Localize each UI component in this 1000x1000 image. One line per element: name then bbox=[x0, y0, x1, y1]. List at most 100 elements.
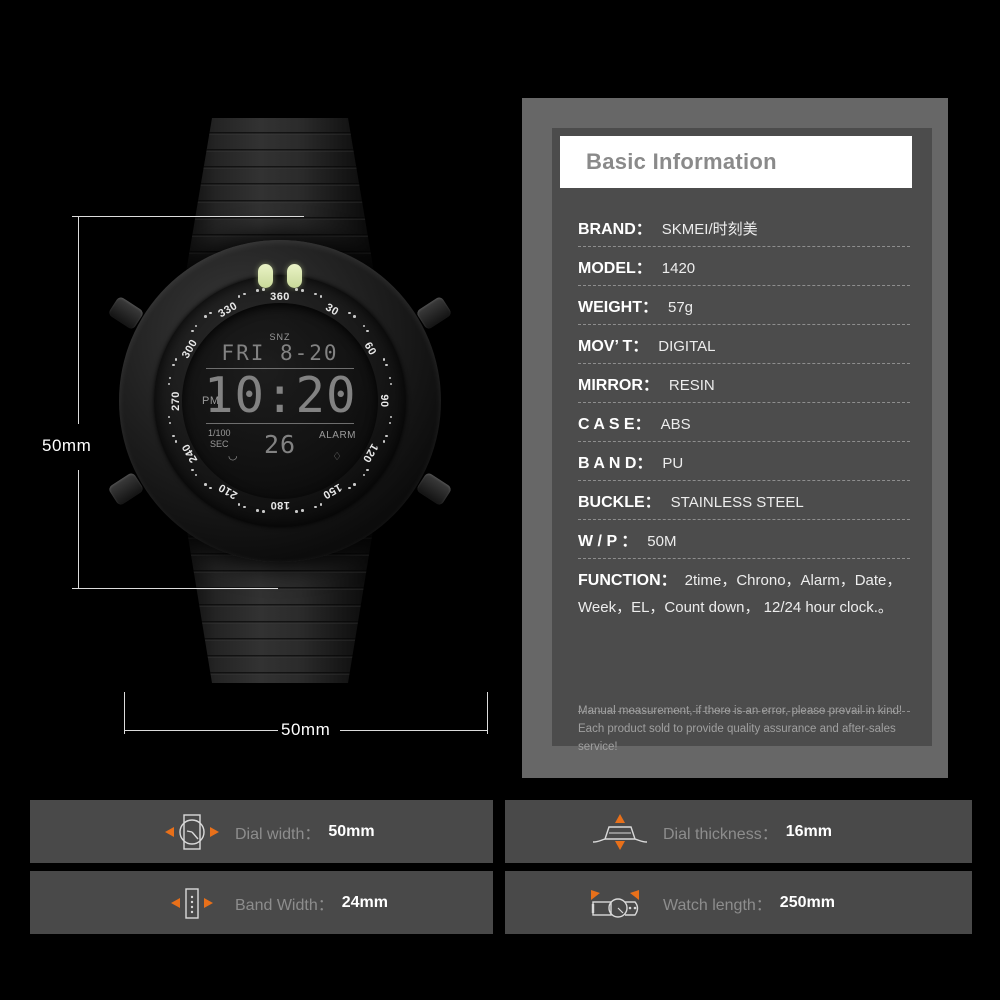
bezel-tick-dot bbox=[237, 295, 241, 298]
bezel-tick-dot bbox=[388, 421, 392, 425]
spec-row-value: 57g bbox=[668, 299, 694, 316]
bezel-tick-dot bbox=[172, 434, 175, 438]
spec-row: MOV’ T： DIGITAL bbox=[578, 325, 910, 364]
watch-case: 360 30 60 90 120 150 180 210 240 270 300 330 SNZ FR… bbox=[107, 239, 453, 562]
bezel-tick-dot bbox=[243, 505, 246, 509]
strap-rib bbox=[180, 200, 380, 203]
lcd-pm-indicator: PM bbox=[202, 395, 220, 408]
spec-row: BRAND： SKMEI/时刻美 bbox=[578, 208, 910, 247]
dim-leader-bottom bbox=[78, 588, 278, 589]
bezel-tick-dot bbox=[256, 289, 259, 292]
spec-row-label: B A N D： bbox=[578, 455, 653, 472]
dial-thickness-icon bbox=[583, 811, 657, 853]
lcd-sec-label: 1/100 SEC bbox=[208, 427, 231, 449]
dim-horizontal-tick-left bbox=[124, 692, 125, 734]
bezel-tick-dot bbox=[348, 311, 351, 315]
strap-rib bbox=[180, 604, 380, 607]
info-box-band-width: Band Width： 24mm bbox=[30, 871, 493, 934]
bezel-tick-dot bbox=[366, 329, 369, 333]
spec-row-value: ABS bbox=[660, 416, 691, 433]
lcd-alarm-label: ALARM bbox=[319, 429, 356, 441]
bezel-tick-dot bbox=[168, 421, 172, 425]
bezel-tick-dot bbox=[295, 510, 298, 513]
bezel-tick-dot bbox=[204, 483, 207, 486]
bezel-tick-dot bbox=[194, 324, 198, 328]
bezel-tick-dot bbox=[167, 415, 171, 419]
info-box-value: 250mm bbox=[779, 893, 835, 911]
info-box-label: Band Width： bbox=[235, 896, 334, 914]
info-box-watch-length: Watch length： 250mm bbox=[505, 871, 972, 934]
info-box-value: 24mm bbox=[341, 893, 388, 911]
bezel-number: 180 bbox=[270, 498, 290, 511]
dim-vertical-line bbox=[78, 216, 79, 588]
bezel-number: 90 bbox=[378, 393, 390, 408]
spec-row: MIRROR： RESIN bbox=[578, 364, 910, 403]
info-box-label: Dial thickness： bbox=[663, 825, 778, 843]
note-line-1: Manual measurement, if there is an error… bbox=[578, 705, 903, 717]
spec-row-label: MOV’ T： bbox=[578, 338, 649, 355]
bezel-tick-dot bbox=[209, 486, 212, 490]
bezel-tick-dot bbox=[301, 289, 304, 292]
band-width-icon bbox=[155, 883, 229, 923]
spec-row-value: 50M bbox=[647, 533, 677, 550]
spec-row-label: MIRROR： bbox=[578, 377, 659, 394]
lume-marker-right bbox=[287, 263, 302, 288]
info-box-label: Watch length： bbox=[663, 896, 772, 914]
watch-face-icon bbox=[155, 812, 229, 852]
lcd-counter: 26 bbox=[263, 429, 297, 459]
spec-row-value: PU bbox=[662, 455, 684, 472]
product-spec-page: 360 30 60 90 120 150 180 210 240 270 300 330 SNZ FR… bbox=[0, 0, 1000, 1000]
strap-rib bbox=[180, 234, 380, 237]
spec-row-label: MODEL： bbox=[578, 260, 652, 277]
watch-photo-area: 360 30 60 90 120 150 180 210 240 270 300 330 SNZ FR… bbox=[0, 0, 505, 780]
dim-width-label: 50mm bbox=[281, 720, 331, 739]
dim-leader-top bbox=[78, 216, 304, 217]
bezel-tick-dot bbox=[191, 329, 194, 333]
spec-row-label: W / P ： bbox=[578, 533, 638, 550]
spec-row-value: STAINLESS STEEL bbox=[670, 494, 804, 511]
info-box-label: Dial width： bbox=[235, 825, 321, 843]
spec-row-label: WEIGHT： bbox=[578, 299, 658, 316]
bezel-tick-dot bbox=[262, 510, 265, 513]
page-title: Basic Information bbox=[586, 149, 777, 174]
bezel-tick-dot bbox=[174, 440, 178, 443]
signal-wave-icon: ◡ bbox=[228, 449, 238, 462]
bezel-tick-dot bbox=[204, 315, 207, 318]
spec-row: W / P ： 50M bbox=[578, 520, 910, 559]
spec-row-value: DIGITAL bbox=[658, 338, 716, 355]
lume-marker-left bbox=[258, 263, 273, 288]
bezel-tick-dot bbox=[366, 468, 369, 472]
strap-rib bbox=[180, 570, 380, 573]
bezel-tick-dot bbox=[314, 505, 317, 509]
spec-row-value: SKMEI/时刻美 bbox=[661, 221, 758, 238]
info-box-dial-thickness: Dial thickness： 16mm bbox=[505, 800, 972, 863]
spec-row-label: BRAND： bbox=[578, 221, 652, 238]
spec-table: BRAND： SKMEI/时刻美 MODEL： 1420 WEIGHT： 57g MOV’ … bbox=[578, 208, 910, 624]
spec-row-value: RESIN bbox=[668, 377, 715, 394]
strap-rib bbox=[180, 217, 380, 220]
bezel-tick-dot bbox=[243, 292, 246, 296]
bezel-tick-dot bbox=[256, 509, 259, 512]
lcd-display: SNZ FRI 8-20 PM 10:20 1/100 SEC ◡ 26 ALA… bbox=[202, 332, 356, 470]
bezel-tick-dot bbox=[301, 509, 304, 512]
strap-rib bbox=[180, 621, 380, 624]
bezel-tick-dot bbox=[348, 486, 351, 490]
spec-row: B A N D： PU bbox=[578, 442, 910, 481]
strap-rib bbox=[180, 183, 380, 186]
bezel-tick-dot bbox=[353, 483, 356, 486]
strap-rib bbox=[180, 655, 380, 658]
bezel-tick-dot bbox=[382, 358, 386, 361]
lcd-subrow: 1/100 SEC ◡ 26 ALARM ♢ bbox=[204, 428, 356, 464]
bezel-tick-dot bbox=[174, 358, 178, 361]
info-box-value: 50mm bbox=[328, 822, 375, 840]
bezel-tick-dot bbox=[209, 311, 212, 315]
spec-row: WEIGHT： 57g bbox=[578, 286, 910, 325]
bezel-tick-dot bbox=[382, 440, 386, 443]
bezel-number: 360 bbox=[270, 290, 290, 303]
lcd-date-line: FRI 8-20 bbox=[221, 340, 339, 365]
bezel-tick-dot bbox=[385, 363, 388, 367]
dim-height-label: 50mm bbox=[42, 436, 92, 455]
spec-row-label: C A S E： bbox=[578, 416, 651, 433]
spec-row: C A S E： ABS bbox=[578, 403, 910, 442]
disclaimer-note: Manual measurement, if there is an error… bbox=[578, 702, 918, 756]
